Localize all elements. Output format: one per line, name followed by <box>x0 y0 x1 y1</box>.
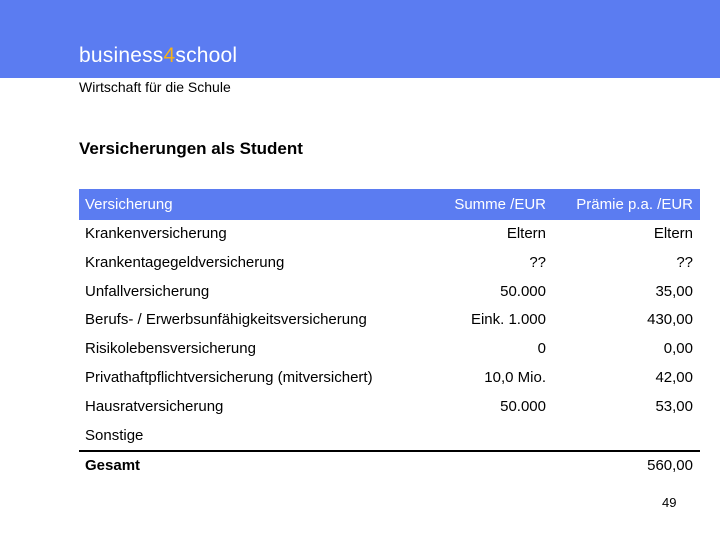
page-number: 49 <box>662 495 677 510</box>
row-insurance: Hausratversicherung <box>85 397 224 415</box>
row-insurance: Risikolebensversicherung <box>85 340 256 358</box>
table-row: Sonstige <box>79 422 700 451</box>
row-premium: 35,00 <box>655 282 693 300</box>
row-premium: ?? <box>676 253 693 271</box>
brand-suffix: school <box>175 44 238 67</box>
row-sum: ?? <box>529 253 546 271</box>
row-premium: 42,00 <box>655 368 693 386</box>
row-premium: 0,00 <box>663 340 693 358</box>
table-row: Privathaftpflichtversicherung (mitversic… <box>79 364 700 393</box>
page-title: Versicherungen als Student <box>79 139 303 158</box>
row-sum: Eltern <box>506 225 546 242</box>
tagline: Wirtschaft für die Schule <box>79 79 231 95</box>
total-label: Gesamt <box>85 457 141 475</box>
row-insurance: Sonstige <box>85 426 144 444</box>
table-row: Risikolebensversicherung 0 0,00 <box>79 335 700 364</box>
row-sum: 10,0 Mio. <box>484 368 546 386</box>
row-insurance: Berufs- / Erwerbsunfähigkeitsversicherun… <box>85 311 367 329</box>
row-sum: 0 <box>537 340 546 358</box>
row-premium: Eltern <box>653 225 693 242</box>
table-row: Hausratversicherung 50.000 53,00 <box>79 393 700 422</box>
brand-prefix: business <box>79 44 164 67</box>
table-header-row: Versicherung Summe /EUR Prämie p.a. /EUR <box>79 189 700 220</box>
table-row: Unfallversicherung 50.000 35,00 <box>79 278 700 307</box>
table-row: Krankenversicherung Eltern Eltern <box>79 220 700 249</box>
brand-accent: 4 <box>163 44 176 67</box>
row-insurance: Unfallversicherung <box>85 282 210 300</box>
header-insurance: Versicherung <box>85 196 173 213</box>
row-premium: 53,00 <box>655 397 693 415</box>
brand-logo: business4school <box>79 44 237 68</box>
row-sum: 50.000 <box>500 397 546 415</box>
table-total-row: Gesamt 560,00 <box>79 450 700 481</box>
table-row: Berufs- / Erwerbsunfähigkeitsversicherun… <box>79 306 700 335</box>
row-insurance: Privathaftpflichtversicherung (mitversic… <box>85 368 373 386</box>
header-sum: Summe /EUR <box>454 196 546 213</box>
row-sum: Eink. 1.000 <box>470 311 546 329</box>
row-premium: 430,00 <box>647 311 693 329</box>
row-insurance: Krankenversicherung <box>85 225 227 242</box>
insurance-table: Versicherung Summe /EUR Prämie p.a. /EUR… <box>79 189 700 481</box>
total-premium: 560,00 <box>647 457 693 475</box>
table-row: Krankentagegeldversicherung ?? ?? <box>79 249 700 278</box>
header-premium: Prämie p.a. /EUR <box>576 196 693 213</box>
row-sum: 50.000 <box>500 282 546 300</box>
row-insurance: Krankentagegeldversicherung <box>85 253 285 271</box>
